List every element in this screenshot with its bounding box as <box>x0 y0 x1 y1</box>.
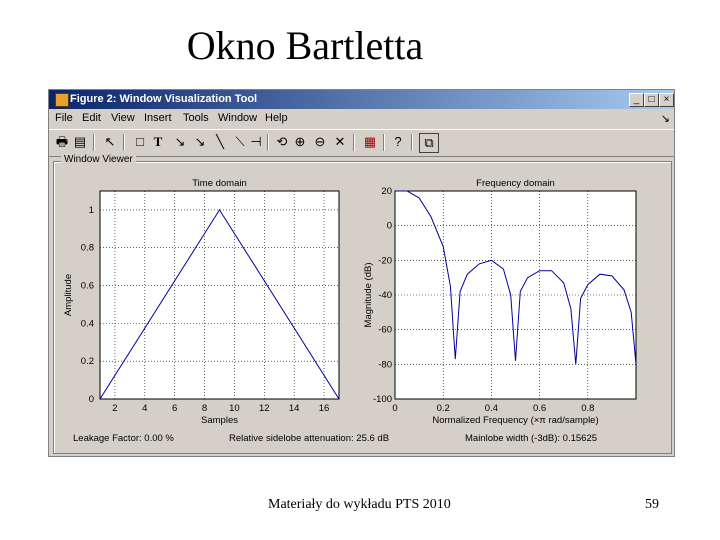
x-tick-label: 10 <box>229 403 240 414</box>
y-tick-label: -20 <box>378 255 392 266</box>
x-axis-label: Normalized Frequency (×π rad/sample) <box>432 415 598 426</box>
x-tick-label: 0 <box>392 403 397 414</box>
y-tick-label: 0.8 <box>81 243 94 254</box>
chart-title: Time domain <box>192 178 247 189</box>
slide-title: Okno Bartletta <box>186 23 424 68</box>
chart-title: Frequency domain <box>476 178 555 189</box>
y-tick-label: 20 <box>381 186 392 197</box>
x-tick-label: 12 <box>259 403 270 414</box>
x-tick-label: 0.6 <box>533 403 546 414</box>
page-number: 59 <box>645 497 659 512</box>
x-tick-label: 6 <box>172 403 177 414</box>
y-tick-label: -100 <box>373 394 392 405</box>
slide-footer: Materiały do wykładu PTS 2010 <box>268 497 451 512</box>
y-tick-label: -40 <box>378 290 392 301</box>
x-axis-label: Samples <box>201 415 238 426</box>
plot-area <box>99 190 340 400</box>
y-tick-label: -60 <box>378 325 392 336</box>
y-axis-label: Amplitude <box>63 274 74 316</box>
leakage-factor: Leakage Factor: 0.00 % <box>73 433 174 444</box>
y-tick-label: 0.4 <box>81 318 94 329</box>
y-tick-label: 0.2 <box>81 356 94 367</box>
x-tick-label: 16 <box>319 403 330 414</box>
y-tick-label: 1 <box>89 205 94 216</box>
y-tick-label: -80 <box>378 359 392 370</box>
sidelobe-attenuation: Relative sidelobe attenuation: 25.6 dB <box>229 433 390 444</box>
y-tick-label: 0 <box>89 394 94 405</box>
x-tick-label: 14 <box>289 403 300 414</box>
y-tick-label: 0 <box>387 221 392 232</box>
figure-window: Figure 2: Window Visualization Tool _ □ … <box>48 89 675 457</box>
x-tick-label: 0.8 <box>581 403 594 414</box>
x-tick-label: 0.4 <box>485 403 498 414</box>
y-tick-label: 0.6 <box>81 281 94 292</box>
mainlobe-width: Mainlobe width (-3dB): 0.15625 <box>465 433 598 444</box>
y-axis-label: Magnitude (dB) <box>363 263 374 328</box>
plots-canvas: 2 4 6 8 10 12 14 16 0 0.2 0.4 0.6 0.8 1 Time domain Sam… <box>63 178 637 426</box>
x-tick-label: 8 <box>202 403 207 414</box>
x-tick-label: 0.2 <box>437 403 450 414</box>
chart-time-domain <box>99 190 340 400</box>
x-tick-label: 4 <box>142 403 147 414</box>
chart-frequency-domain <box>394 190 637 400</box>
x-tick-label: 2 <box>112 403 117 414</box>
